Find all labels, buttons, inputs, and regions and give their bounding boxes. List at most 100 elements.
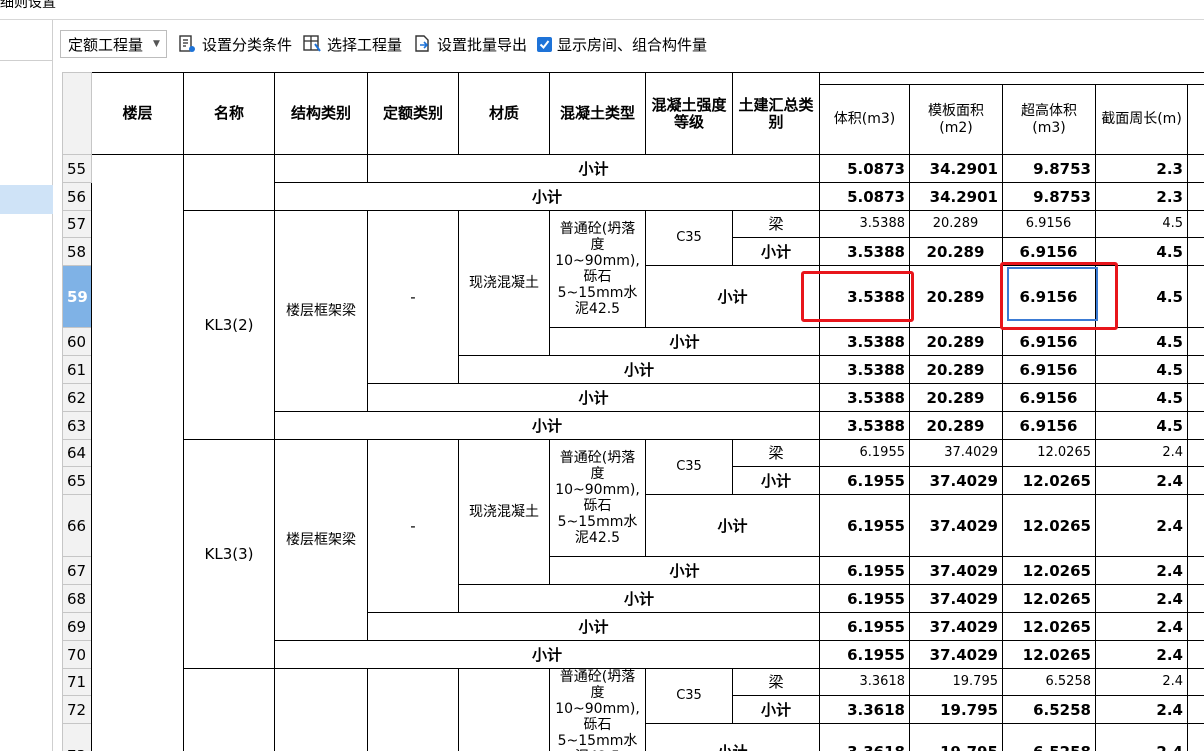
header-concrete-type[interactable]: 混凝土类型 [549,72,646,155]
over-volume-cell[interactable]: 12.0265 [1002,612,1096,641]
subtotal-cell[interactable]: 小计 [274,640,820,669]
formwork-cell[interactable]: 20.289 [909,210,1003,238]
row-number[interactable]: 63 [62,411,92,440]
volume-cell[interactable]: 6.1955 [819,494,910,557]
volume-cell[interactable]: 5.0873 [819,154,910,183]
over-volume-cell[interactable]: 9.8753 [1002,182,1096,211]
table-row[interactable]: 55 小计 5.0873 34.2901 9.8753 2.3 [62,154,1204,751]
perimeter-cell[interactable]: 2.3 [1095,182,1188,211]
over-volume-cell[interactable]: 12.0265 [1002,584,1096,613]
perimeter-cell[interactable]: 4.5 [1095,411,1188,440]
over-volume-cell[interactable]: 6.5258 [1002,668,1096,696]
select-quantity-button[interactable]: 选择工程量 [302,34,402,55]
table-row[interactable]: 57 KL3(2) 楼层框架梁 - 现浇混凝土 普通砼(坍落度10~90mm),… [62,210,1204,440]
volume-cell[interactable]: 6.1955 [819,466,910,495]
formwork-cell[interactable]: 20.289 [909,265,1003,328]
volume-cell[interactable]: 3.5388 [819,265,910,328]
civil-category-cell[interactable]: 梁 [732,439,820,467]
formwork-cell[interactable]: 20.289 [909,383,1003,412]
struct-cell[interactable] [274,154,368,183]
perimeter-cell[interactable]: 2.4 [1095,723,1188,751]
subtotal-cell[interactable]: 小计 [732,237,820,266]
formwork-cell[interactable]: 34.2901 [909,154,1003,183]
volume-cell[interactable]: 3.3618 [819,695,910,724]
subtotal-cell[interactable]: 小计 [274,182,820,211]
row-number[interactable]: 72 [62,695,92,724]
row-number-active[interactable]: 59 [62,265,92,328]
row-number[interactable]: 64 [62,439,92,467]
table-row[interactable]: 64 KL3(3) 楼层框架梁 - 现浇混凝土 普通砼(坍落度10~90mm),… [62,439,1204,669]
perimeter-cell[interactable]: 2.4 [1095,584,1188,613]
volume-cell[interactable]: 6.1955 [819,640,910,669]
header-perimeter[interactable]: 截面周长(m) [1095,84,1188,155]
concrete-type-cell[interactable]: 普通砼(坍落度10~90mm),砾石5~15mm水泥42.5 [549,210,646,328]
subtotal-cell[interactable]: 小计 [732,695,820,724]
perimeter-cell[interactable]: 4.5 [1095,383,1188,412]
header-name[interactable]: 名称 [183,72,275,155]
batch-export-button[interactable]: 设置批量导出 [412,34,527,55]
grade-cell[interactable]: C35 [645,210,733,266]
volume-cell[interactable]: 5.0873 [819,182,910,211]
row-number[interactable]: 73 [62,723,92,751]
row-number[interactable]: 66 [62,494,92,557]
volume-cell[interactable]: 6.1955 [819,439,910,467]
row-number[interactable]: 58 [62,237,92,266]
formwork-cell[interactable]: 37.4029 [909,439,1003,467]
left-panel-selected-item[interactable] [0,185,53,214]
over-volume-cell[interactable]: 12.0265 [1002,640,1096,669]
volume-cell[interactable]: 3.5388 [819,237,910,266]
grade-cell[interactable]: C35 [645,668,733,724]
table-row[interactable]: 71 楼层框架梁 - 现浇混凝土 普通砼(坍落度10~90mm),砾石5~15m… [62,668,1204,751]
beam-cell[interactable] [1186,154,1204,183]
show-room-checkbox[interactable]: 显示房间、组合构件量 [536,34,707,55]
struct-cell[interactable]: 楼层框架梁 [274,439,368,641]
volume-cell[interactable]: 3.5388 [819,411,910,440]
formwork-cell[interactable]: 20.289 [909,237,1003,266]
beam-cell[interactable] [1186,668,1204,696]
row-number[interactable]: 60 [62,327,92,356]
beam-cell[interactable] [1186,494,1204,557]
material-cell[interactable]: 现浇混凝土 [458,668,550,751]
row-number[interactable]: 65 [62,466,92,495]
row-number[interactable]: 56 [62,182,92,211]
over-volume-cell[interactable]: 6.9156 [1002,265,1096,328]
row-number[interactable]: 68 [62,584,92,613]
beam-cell[interactable] [1186,439,1204,467]
formwork-cell[interactable]: 19.795 [909,695,1003,724]
floor-cell[interactable] [91,154,184,751]
over-volume-cell[interactable]: 12.0265 [1002,494,1096,557]
beam-cell[interactable] [1186,723,1204,751]
over-volume-cell[interactable]: 6.5258 [1002,723,1096,751]
header-struct[interactable]: 结构类别 [274,72,368,155]
header-formwork[interactable]: 模板面积(m2) [909,84,1003,155]
civil-category-cell[interactable]: 梁 [732,668,820,696]
subtotal-cell[interactable]: 小计 [645,494,820,557]
subtotal-cell[interactable]: 小计 [458,584,820,613]
quota-cell[interactable]: - [367,210,459,384]
perimeter-cell[interactable]: 2.4 [1095,612,1188,641]
header-quota[interactable]: 定额类别 [367,72,459,155]
row-number[interactable]: 61 [62,355,92,384]
over-volume-cell[interactable]: 6.9156 [1002,327,1096,356]
civil-category-cell[interactable]: 梁 [732,210,820,238]
beam-cell[interactable] [1186,265,1204,328]
header-beam[interactable]: 梁 [1186,84,1204,155]
beam-cell[interactable] [1186,640,1204,669]
formwork-cell[interactable]: 37.4029 [909,494,1003,557]
beam-cell[interactable] [1186,182,1204,211]
formwork-cell[interactable]: 20.289 [909,355,1003,384]
beam-cell[interactable] [1186,556,1204,585]
formwork-cell[interactable]: 19.795 [909,668,1003,696]
name-cell[interactable] [183,668,275,751]
row-number[interactable]: 69 [62,612,92,641]
header-over-volume[interactable]: 超高体积(m3) [1002,84,1096,155]
volume-cell[interactable]: 6.1955 [819,556,910,585]
beam-cell[interactable] [1186,383,1204,412]
subtotal-cell[interactable]: 小计 [367,612,820,641]
struct-cell[interactable]: 楼层框架梁 [274,210,368,412]
formwork-cell[interactable]: 34.2901 [909,182,1003,211]
over-volume-cell[interactable]: 12.0265 [1002,556,1096,585]
formwork-cell[interactable]: 37.4029 [909,466,1003,495]
over-volume-cell[interactable]: 9.8753 [1002,154,1096,183]
subtotal-cell[interactable]: 小计 [367,383,820,412]
